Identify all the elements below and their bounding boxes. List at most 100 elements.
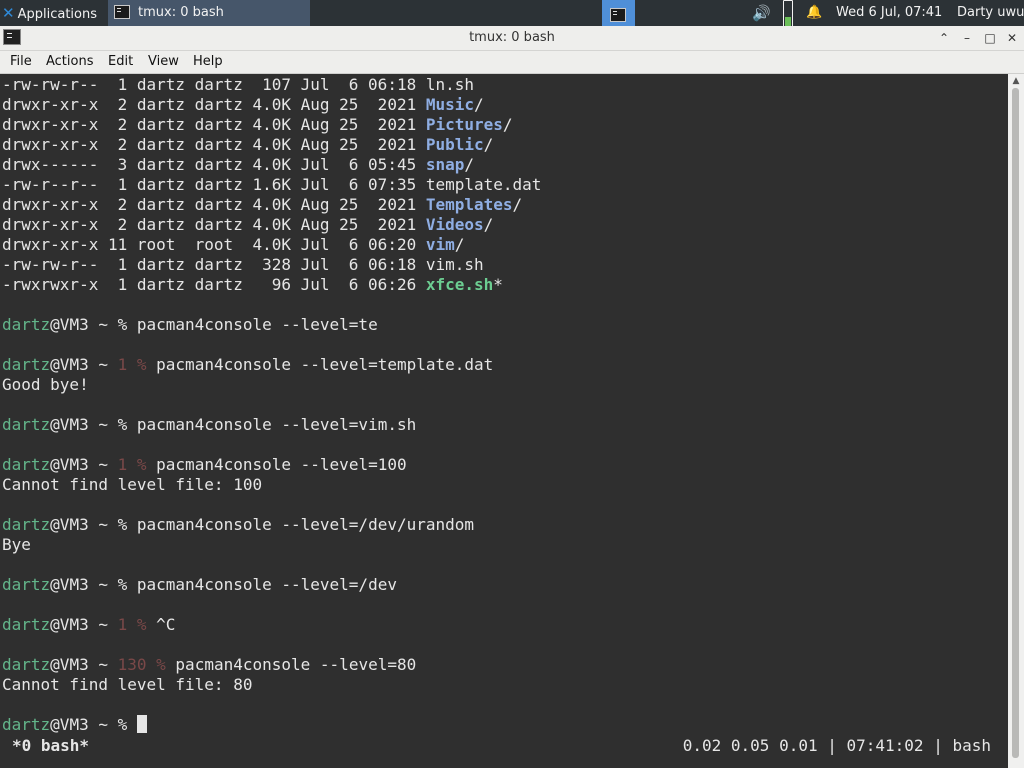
prompt-host: @VM3 ~: [50, 315, 118, 334]
command-output: Good bye!: [2, 375, 89, 395]
output-text: Cannot find level file: 80: [2, 675, 253, 694]
tmux-status-right: 0.02 0.05 0.01 | 07:41:02 | bash: [682, 736, 991, 755]
window-titlebar[interactable]: tmux: 0 bash ⌃ – □ ✕: [0, 26, 1024, 51]
file-name: Pictures: [425, 115, 503, 134]
xfce-logo-icon: ✕: [2, 4, 15, 22]
prompt-symbol: %: [146, 655, 176, 674]
roll-up-button[interactable]: ⌃: [934, 28, 954, 48]
terminal-area[interactable]: -rw-rw-r-- 1 dartz dartz 107 Jul 6 06:18…: [0, 74, 1008, 768]
minimize-button[interactable]: –: [957, 28, 977, 48]
file-permissions: drwxr-xr-x 2 dartz dartz 4.0K Aug 25 202…: [2, 135, 426, 154]
tmux-current-command: bash: [952, 736, 991, 755]
prompt-line: dartz@VM3 ~ % pacman4console --level=vim…: [2, 415, 416, 435]
tmux-window-name[interactable]: *0 bash*: [12, 734, 89, 758]
scrollbar[interactable]: ▲: [1008, 74, 1024, 768]
listing-row: drwxr-xr-x 2 dartz dartz 4.0K Aug 25 202…: [2, 115, 513, 135]
menu-view[interactable]: View: [148, 51, 179, 73]
prompt-symbol: %: [117, 315, 137, 334]
prompt-line: dartz@VM3 ~ 1 % ^C: [2, 615, 175, 635]
file-suffix: /: [512, 195, 523, 214]
listing-row: -rw-rw-r-- 1 dartz dartz 328 Jul 6 06:18…: [2, 255, 484, 275]
file-name: xfce.sh: [425, 275, 494, 294]
prompt-symbol: %: [117, 575, 137, 594]
notification-bell-icon[interactable]: 🔔: [806, 0, 822, 26]
menu-edit[interactable]: Edit: [108, 51, 133, 73]
clock[interactable]: Wed 6 Jul, 07:41: [836, 0, 942, 26]
user-menu[interactable]: Darty uwu: [957, 0, 1024, 26]
menu-file[interactable]: File: [10, 51, 32, 73]
exit-code: 1: [117, 455, 128, 474]
text-cursor: [136, 715, 147, 733]
listing-row: -rw-r--r-- 1 dartz dartz 1.6K Jul 6 07:3…: [2, 175, 541, 195]
command-text: ^C: [156, 615, 176, 634]
applications-label: Applications: [17, 7, 97, 22]
maximize-button[interactable]: □: [980, 28, 1000, 48]
workspace-switcher-button[interactable]: [602, 0, 635, 26]
file-name: vim.sh: [425, 255, 484, 274]
scrollbar-thumb[interactable]: [1012, 88, 1019, 758]
prompt-host: @VM3 ~: [50, 455, 118, 474]
listing-row: drwx------ 3 dartz dartz 4.0K Jul 6 05:4…: [2, 155, 474, 175]
command-text: pacman4console --level=80: [175, 655, 417, 674]
prompt-line: dartz@VM3 ~ 1 % pacman4console --level=1…: [2, 455, 407, 475]
prompt-user: dartz: [2, 655, 51, 674]
file-permissions: drwxr-xr-x 2 dartz dartz 4.0K Aug 25 202…: [2, 215, 426, 234]
volume-icon[interactable]: 🔊: [752, 0, 771, 26]
prompt-user: dartz: [2, 515, 51, 534]
listing-row: drwxr-xr-x 2 dartz dartz 4.0K Aug 25 202…: [2, 215, 493, 235]
file-permissions: drwxr-xr-x 2 dartz dartz 4.0K Aug 25 202…: [2, 95, 426, 114]
file-suffix: *: [493, 275, 503, 294]
prompt-user: dartz: [2, 315, 51, 334]
file-name: template.dat: [425, 175, 542, 194]
prompt-host: @VM3 ~: [50, 615, 118, 634]
command-text: pacman4console --level=te: [136, 315, 378, 334]
file-suffix: /: [483, 135, 494, 154]
listing-row: drwxr-xr-x 2 dartz dartz 4.0K Aug 25 202…: [2, 135, 493, 155]
file-permissions: -rwxrwxr-x 1 dartz dartz 96 Jul 6 06:26: [2, 275, 426, 294]
file-permissions: drwx------ 3 dartz dartz 4.0K Jul 6 05:4…: [2, 155, 426, 174]
file-permissions: drwxr-xr-x 2 dartz dartz 4.0K Aug 25 202…: [2, 115, 426, 134]
prompt-symbol: %: [117, 515, 137, 534]
listing-row: -rwxrwxr-x 1 dartz dartz 96 Jul 6 06:26 …: [2, 275, 503, 295]
prompt-line: dartz@VM3 ~ %: [2, 715, 147, 735]
prompt-host: @VM3 ~: [50, 415, 118, 434]
prompt-symbol: %: [117, 715, 137, 734]
scroll-up-arrow-icon[interactable]: ▲: [1008, 76, 1024, 86]
command-text: pacman4console --level=template.dat: [156, 355, 494, 374]
command-text: pacman4console --level=vim.sh: [136, 415, 417, 434]
command-output: Cannot find level file: 100: [2, 475, 262, 495]
prompt-symbol: %: [127, 355, 157, 374]
menu-help[interactable]: Help: [193, 51, 223, 73]
top-panel: ✕ Applications tmux: 0 bash 🔊 🔔 Wed 6 Jul…: [0, 0, 1024, 28]
prompt-host: @VM3 ~: [50, 575, 118, 594]
output-text: Bye: [2, 535, 31, 554]
window-title: tmux: 0 bash: [469, 30, 555, 45]
exit-code: 1: [117, 355, 128, 374]
prompt-user: dartz: [2, 355, 51, 374]
prompt-user: dartz: [2, 615, 51, 634]
battery-icon[interactable]: [783, 0, 793, 28]
prompt-line: dartz@VM3 ~ % pacman4console --level=/de…: [2, 575, 397, 595]
file-name: Music: [425, 95, 475, 114]
applications-menu-button[interactable]: ✕ Applications: [2, 0, 97, 26]
taskbar-window-button[interactable]: tmux: 0 bash: [108, 0, 310, 26]
command-text: pacman4console --level=100: [156, 455, 407, 474]
file-name: ln.sh: [425, 75, 475, 94]
prompt-line: dartz@VM3 ~ % pacman4console --level=/de…: [2, 515, 474, 535]
prompt-host: @VM3 ~: [50, 715, 118, 734]
output-text: Good bye!: [2, 375, 89, 394]
file-permissions: -rw-r--r-- 1 dartz dartz 1.6K Jul 6 07:3…: [2, 175, 426, 194]
menu-actions[interactable]: Actions: [46, 51, 94, 73]
file-permissions: -rw-rw-r-- 1 dartz dartz 107 Jul 6 06:18: [2, 75, 426, 94]
command-text: pacman4console --level=/dev/urandom: [136, 515, 475, 534]
close-button[interactable]: ✕: [1002, 28, 1022, 48]
file-suffix: /: [454, 235, 465, 254]
file-name: vim: [425, 235, 455, 254]
command-output: Bye: [2, 535, 31, 555]
file-permissions: drwxr-xr-x 2 dartz dartz 4.0K Aug 25 202…: [2, 195, 426, 214]
prompt-symbol: %: [127, 615, 157, 634]
menu-bar: File Actions Edit View Help: [0, 51, 1024, 74]
prompt-host: @VM3 ~: [50, 355, 118, 374]
prompt-symbol: %: [117, 415, 137, 434]
command-output: Cannot find level file: 80: [2, 675, 252, 695]
